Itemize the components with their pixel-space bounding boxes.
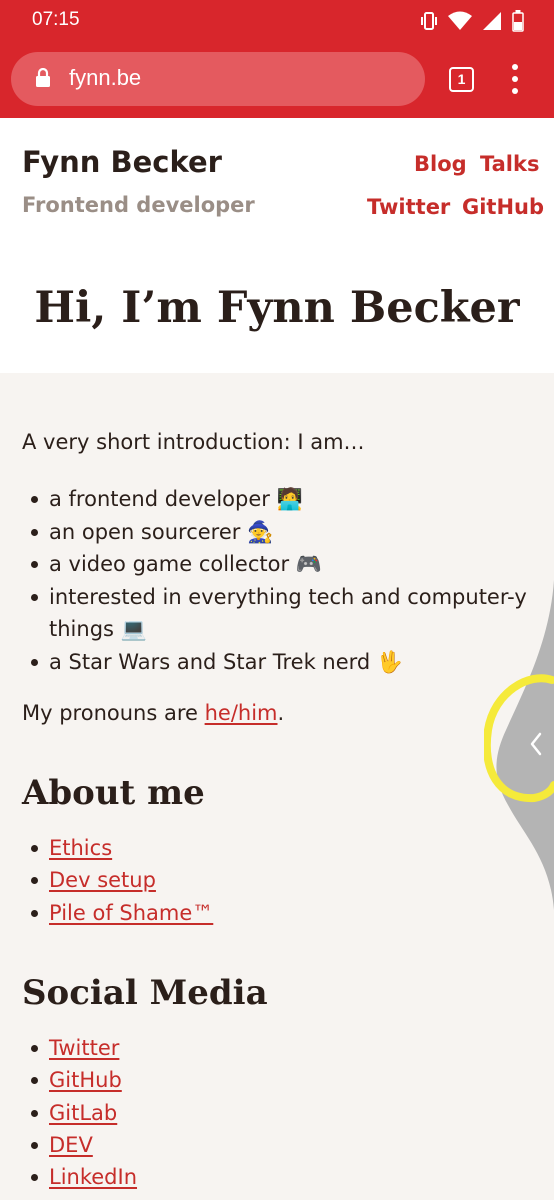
nav-github-link[interactable]: GitHub <box>462 195 544 219</box>
intro-text: A very short introduction: I am… <box>22 430 365 454</box>
list-item: DEV <box>22 1129 532 1161</box>
pronouns-suffix: . <box>277 701 285 725</box>
social-list: Twitter GitHub GitLab DEV LinkedIn <box>22 1032 532 1193</box>
wifi-icon <box>448 11 472 30</box>
lock-icon <box>36 68 50 87</box>
list-item: LinkedIn <box>22 1161 532 1193</box>
site-header: Fynn Becker Frontend developer Blog Talk… <box>0 118 554 373</box>
site-tagline: Frontend developer <box>22 193 255 217</box>
pronouns-link[interactable]: he/him <box>205 701 278 725</box>
list-item: GitHub <box>22 1064 532 1096</box>
tabs-button[interactable]: 1 <box>449 67 474 92</box>
ethics-link[interactable]: Ethics <box>49 836 112 860</box>
status-bar: 07:15 <box>0 0 554 42</box>
menu-icon[interactable] <box>505 64 525 96</box>
twitter-link[interactable]: Twitter <box>49 1036 119 1060</box>
list-item: GitLab <box>22 1097 532 1129</box>
site-name[interactable]: Fynn Becker <box>22 145 222 179</box>
pile-of-shame-link[interactable]: Pile of Shame™ <box>49 901 213 925</box>
github-link[interactable]: GitHub <box>49 1068 122 1092</box>
status-time: 07:15 <box>32 9 80 30</box>
linkedin-link[interactable]: LinkedIn <box>49 1165 137 1189</box>
edge-swipe-handle[interactable] <box>484 580 554 910</box>
pronouns-text: My pronouns are he/him. <box>22 701 284 725</box>
gitlab-link[interactable]: GitLab <box>49 1101 117 1125</box>
list-item: a Star Wars and Star Trek nerd 🖖 <box>22 646 532 679</box>
dev-link[interactable]: DEV <box>49 1133 93 1157</box>
intro-list: a frontend developer 🧑‍💻 an open sourcer… <box>22 483 532 678</box>
pronouns-prefix: My pronouns are <box>22 701 205 725</box>
list-item: Dev setup <box>22 864 532 896</box>
list-item: a frontend developer 🧑‍💻 <box>22 483 532 516</box>
social-heading: Social Media <box>22 973 268 1013</box>
nav-blog-link[interactable]: Blog <box>414 152 467 176</box>
list-item: an open sourcerer 🧙 <box>22 516 532 549</box>
about-heading: About me <box>22 773 205 813</box>
vibrate-icon <box>421 12 437 30</box>
list-item: a video game collector 🎮 <box>22 548 532 581</box>
list-item: Pile of Shame™ <box>22 897 532 929</box>
nav-talks-link[interactable]: Talks <box>480 152 539 176</box>
list-item: interested in everything tech and comput… <box>22 581 532 646</box>
list-item: Ethics <box>22 832 532 864</box>
browser-toolbar: fynn.be 1 <box>0 42 554 118</box>
status-icons <box>420 10 524 32</box>
dev-setup-link[interactable]: Dev setup <box>49 868 156 892</box>
signal-icon <box>483 12 501 30</box>
url-text[interactable]: fynn.be <box>69 65 141 91</box>
page-title: Hi, I’m Fynn Becker <box>34 283 520 333</box>
nav-twitter-link[interactable]: Twitter <box>367 195 450 219</box>
battery-icon <box>512 10 524 32</box>
about-list: Ethics Dev setup Pile of Shame™ <box>22 832 532 929</box>
url-bar[interactable]: fynn.be <box>11 52 425 106</box>
list-item: Twitter <box>22 1032 532 1064</box>
